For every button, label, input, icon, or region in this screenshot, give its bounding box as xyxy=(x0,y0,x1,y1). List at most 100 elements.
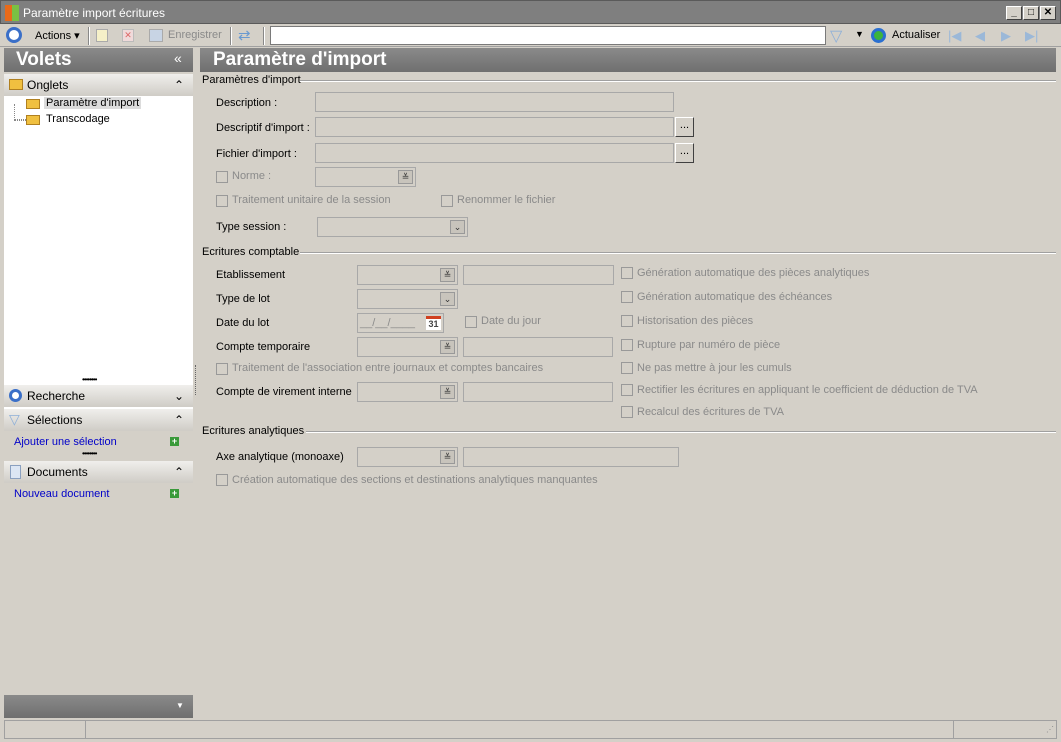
collapse-icon[interactable]: ⌃ xyxy=(174,413,184,427)
panel-header: Volets « xyxy=(4,48,193,72)
filter-icon: ▽ xyxy=(9,411,20,427)
traitement-unitaire-checkbox[interactable] xyxy=(216,195,228,207)
status-cell xyxy=(5,721,86,738)
collapse-icon[interactable]: ⌃ xyxy=(174,465,184,479)
type-session-select[interactable]: ⌄ xyxy=(317,217,468,237)
etablissement-combo[interactable]: ≚ xyxy=(357,265,458,285)
save-icon[interactable] xyxy=(149,29,163,42)
double-chevron-down-icon[interactable]: ≚ xyxy=(440,340,455,354)
separator xyxy=(263,27,265,45)
date-lot-label: Date du lot xyxy=(216,317,270,329)
creation-auto-label: Création automatique des sections et des… xyxy=(232,474,598,486)
last-record-icon[interactable]: ▶| xyxy=(1025,28,1038,44)
toolbar: Actions ▾ ✕ Enregistrer ⇄ ▽ ▼ Actualiser… xyxy=(0,24,1061,47)
double-chevron-down-icon[interactable]: ≚ xyxy=(440,268,455,282)
add-selection-link[interactable]: Ajouter une sélection xyxy=(14,436,117,448)
option-checkbox[interactable] xyxy=(621,339,633,351)
option-checkbox[interactable] xyxy=(621,406,633,418)
panel-footer[interactable]: ▼ xyxy=(4,695,193,718)
tree-item-transcodage[interactable]: Transcodage xyxy=(46,113,110,125)
axe-analytique-combo[interactable]: ≚ xyxy=(357,447,458,467)
splitter-handle[interactable]: •••••••• xyxy=(82,449,97,458)
home-icon[interactable] xyxy=(6,27,22,43)
creation-auto-checkbox[interactable] xyxy=(216,474,228,486)
filter-dropdown-icon[interactable]: ▼ xyxy=(855,29,864,39)
double-chevron-down-icon[interactable]: ≚ xyxy=(440,450,455,464)
refresh-button[interactable]: Actualiser xyxy=(892,29,940,41)
compte-virement-combo[interactable]: ≚ xyxy=(357,382,458,402)
etablissement-label: Etablissement xyxy=(216,269,286,281)
new-icon[interactable] xyxy=(96,29,108,42)
app-icon xyxy=(5,5,19,21)
option-checkbox[interactable] xyxy=(621,267,633,279)
norme-combo[interactable]: ≚ xyxy=(315,167,416,187)
dropdown-icon[interactable]: ▼ xyxy=(176,701,184,710)
first-record-icon[interactable]: |◀ xyxy=(948,28,961,44)
vertical-splitter[interactable] xyxy=(195,365,196,395)
type-lot-select[interactable]: ⌄ xyxy=(357,289,458,309)
double-chevron-down-icon[interactable]: ≚ xyxy=(398,170,413,184)
sync-icon[interactable]: ⇄ xyxy=(238,26,251,44)
etablissement-name-input[interactable] xyxy=(463,265,614,285)
description-label: Description : xyxy=(216,97,278,109)
document-icon xyxy=(10,465,21,479)
norme-checkbox[interactable] xyxy=(216,171,228,183)
axe-analytique-name-input[interactable] xyxy=(463,447,679,467)
open-folder-icon xyxy=(26,99,40,109)
traitement-association-checkbox[interactable] xyxy=(216,363,228,375)
side-panel: Volets « Onglets ⌃ Paramètre d'import Tr… xyxy=(4,48,193,718)
maximize-button[interactable]: □ xyxy=(1023,6,1039,20)
page-title: Paramètre d'import xyxy=(213,49,387,70)
compte-virement-name-input[interactable] xyxy=(463,382,613,402)
option-checkbox[interactable] xyxy=(621,362,633,374)
chevron-down-icon[interactable]: ⌄ xyxy=(450,220,465,234)
close-button[interactable]: ✕ xyxy=(1040,6,1056,20)
date-placeholder: __/__/____ xyxy=(360,317,416,329)
compte-temporaire-combo[interactable]: ≚ xyxy=(357,337,458,357)
double-chevron-down-icon[interactable]: ≚ xyxy=(440,385,455,399)
documents-section-header[interactable]: Documents ⌃ xyxy=(4,461,193,483)
date-jour-checkbox[interactable] xyxy=(465,316,477,328)
fichier-input[interactable] xyxy=(315,143,674,163)
new-document-link[interactable]: Nouveau document xyxy=(14,488,109,500)
search-icon xyxy=(9,389,22,402)
add-icon[interactable]: + xyxy=(170,437,179,446)
option-checkbox[interactable] xyxy=(621,291,633,303)
option-checkbox[interactable] xyxy=(621,384,633,396)
minimize-button[interactable]: _ xyxy=(1006,6,1022,20)
window-title: Paramètre import écritures xyxy=(23,6,166,20)
search-section-header[interactable]: Recherche ⌄ xyxy=(4,385,193,407)
filter-icon[interactable]: ▽ xyxy=(830,26,842,46)
option-label: Génération automatique des pièces analyt… xyxy=(637,267,870,279)
delete-icon[interactable]: ✕ xyxy=(122,29,134,42)
tabs-section-header[interactable]: Onglets ⌃ xyxy=(4,74,193,96)
collapse-panel-button[interactable]: « xyxy=(174,50,182,66)
type-lot-label: Type de lot xyxy=(216,293,270,305)
calendar-icon[interactable]: 31 xyxy=(426,316,441,330)
next-record-icon[interactable]: ▶ xyxy=(1001,28,1011,44)
expand-icon[interactable]: ⌄ xyxy=(174,389,184,403)
actions-menu[interactable]: Actions ▾ xyxy=(35,29,80,42)
descriptif-input[interactable] xyxy=(315,117,674,137)
descriptif-browse-button[interactable]: ... xyxy=(675,117,694,137)
splitter-handle[interactable]: •••••••• xyxy=(82,375,97,384)
renommer-checkbox[interactable] xyxy=(441,195,453,207)
option-checkbox[interactable] xyxy=(621,315,633,327)
resize-grip-icon[interactable]: ⋰ xyxy=(1046,725,1054,734)
date-lot-input[interactable]: __/__/____ 31 xyxy=(357,313,444,333)
norme-label: Norme : xyxy=(232,170,272,182)
description-input[interactable] xyxy=(315,92,674,112)
tree-item-parametre-import[interactable]: Paramètre d'import xyxy=(44,97,142,109)
compte-temporaire-name-input[interactable] xyxy=(463,337,613,357)
previous-record-icon[interactable]: ◀ xyxy=(975,28,985,44)
collapse-icon[interactable]: ⌃ xyxy=(174,78,184,92)
search-input[interactable] xyxy=(270,26,826,45)
chevron-down-icon[interactable]: ⌄ xyxy=(440,292,455,306)
refresh-icon[interactable] xyxy=(871,28,886,43)
save-button[interactable]: Enregistrer xyxy=(168,29,222,41)
descriptif-label: Descriptif d'import : xyxy=(216,122,310,134)
fichier-browse-button[interactable]: ... xyxy=(675,143,694,163)
selections-section-header[interactable]: ▽ Sélections ⌃ xyxy=(4,409,193,431)
add-icon[interactable]: + xyxy=(170,489,179,498)
traitement-association-label: Traitement de l'association entre journa… xyxy=(232,362,544,374)
